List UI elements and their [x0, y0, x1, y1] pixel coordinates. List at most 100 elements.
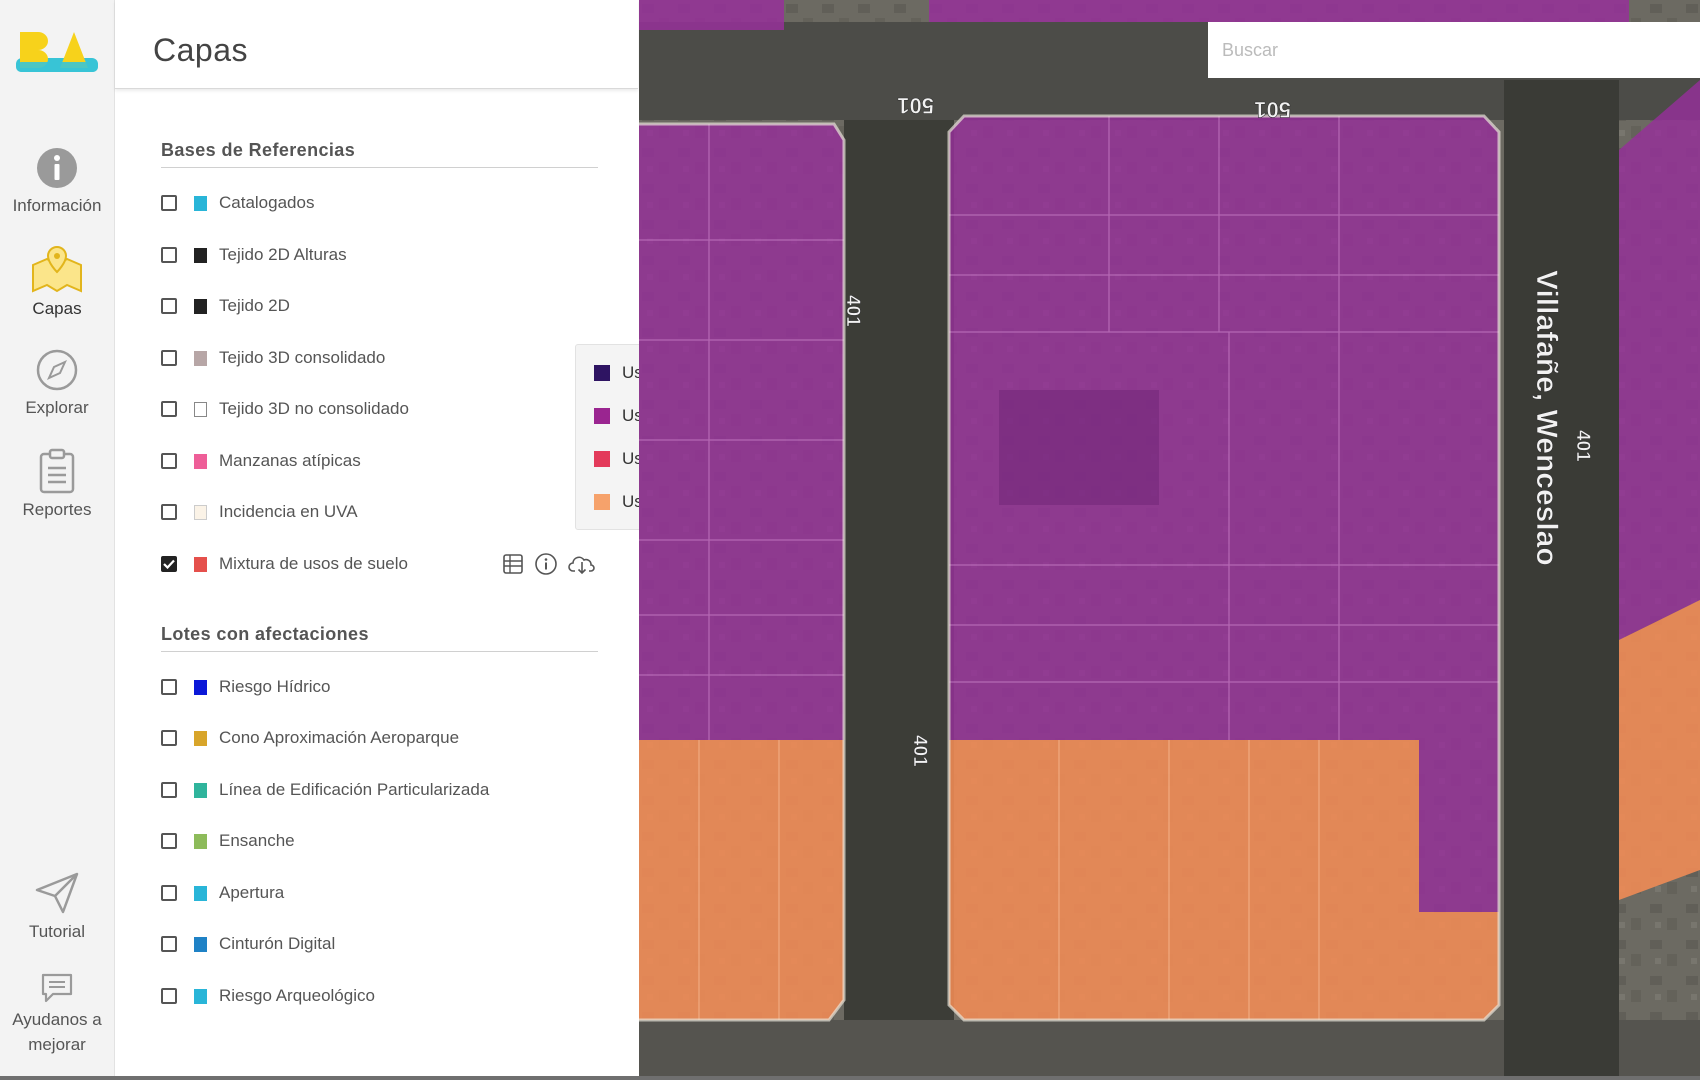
layer-color-swatch	[194, 350, 207, 366]
layer-color-swatch	[194, 556, 207, 572]
clipboard-icon	[39, 448, 75, 494]
map-pin-icon	[32, 245, 82, 293]
layer-checkbox[interactable]	[161, 298, 177, 314]
layer-checkbox[interactable]	[161, 453, 177, 469]
layer-label: Incidencia en UVA	[219, 502, 358, 521]
section-title-lotes: Lotes con afectaciones	[161, 624, 598, 652]
map-zone-uso2[interactable]	[1619, 80, 1700, 640]
layer-checkbox[interactable]	[161, 679, 177, 695]
layer-label: Tejido 3D consolidado	[219, 348, 386, 367]
layer-row-riesgo-arqueologico[interactable]: Riesgo Arqueológico	[161, 983, 598, 1009]
map-canvas[interactable]: 501 501 401 401 401 Villafañe, Wenceslao	[639, 0, 1700, 1080]
layer-row-incidencia-uva[interactable]: Incidencia en UVA	[161, 499, 598, 525]
layer-label: Manzanas atípicas	[219, 451, 361, 470]
panel-header: Capas	[115, 0, 638, 89]
nav-explorar[interactable]: Explorar	[0, 348, 114, 421]
layer-label: Tejido 3D no consolidado	[219, 399, 409, 418]
layer-checkbox[interactable]	[161, 195, 177, 211]
layer-tools	[502, 552, 596, 576]
layer-row-tejido-2d-alturas[interactable]: Tejido 2D Alturas	[161, 242, 598, 268]
nav-capas[interactable]: Capas	[0, 243, 114, 322]
nav-label-informacion: Información	[12, 196, 102, 215]
layer-checkbox[interactable]	[161, 730, 177, 746]
layer-color-swatch	[194, 885, 207, 901]
layer-color-swatch	[194, 936, 207, 952]
layer-label: Riesgo Hídrico	[219, 677, 331, 696]
map-zone-uso4[interactable]	[639, 740, 844, 1020]
layer-color-swatch	[194, 730, 207, 746]
layer-label: Tejido 2D	[219, 296, 290, 315]
layer-color-swatch	[194, 453, 207, 469]
page-title: Capas	[153, 32, 248, 68]
legend-swatch	[594, 494, 610, 510]
map-zone-uso4[interactable]	[949, 740, 1499, 1020]
map-zone-uso2[interactable]	[1419, 740, 1499, 912]
nav-tutorial[interactable]: Tutorial	[0, 870, 114, 945]
info-icon	[37, 148, 77, 188]
layer-color-swatch	[194, 782, 207, 798]
layer-label: Apertura	[219, 883, 285, 902]
legend-swatch	[594, 451, 610, 467]
layer-color-swatch	[194, 247, 207, 263]
legend-swatch	[594, 408, 610, 424]
layer-checkbox[interactable]	[161, 401, 177, 417]
layer-row-tejido-3d-no-consolidado[interactable]: Tejido 3D no consolidado	[161, 396, 598, 422]
ba-logo[interactable]	[16, 28, 98, 76]
layer-label: Cono Aproximación Aeroparque	[219, 728, 460, 747]
layer-checkbox[interactable]	[161, 833, 177, 849]
cloud-download-icon[interactable]	[568, 553, 596, 575]
street-label: 401	[909, 735, 930, 767]
layer-color-swatch	[194, 195, 207, 211]
paper-plane-icon	[35, 872, 79, 914]
layer-row-tejido-3d-consolidado[interactable]: Tejido 3D consolidado	[161, 345, 598, 371]
nav-label-explorar: Explorar	[25, 398, 89, 417]
layer-color-swatch	[194, 833, 207, 849]
bottom-border	[0, 1076, 1700, 1080]
layer-row-tejido-2d[interactable]: Tejido 2D	[161, 293, 598, 319]
layer-row-cono-aeroparque[interactable]: Cono Aproximación Aeroparque	[161, 725, 598, 751]
nav-label-ayudanos: Ayudanos a mejorar	[12, 1010, 102, 1054]
layer-row-mixtura-usos[interactable]: Mixtura de usos de suelo	[161, 551, 598, 577]
nav-label-capas: Capas	[32, 299, 82, 318]
street-label: 501	[897, 93, 934, 118]
layer-row-catalogados[interactable]: Catalogados	[161, 190, 598, 216]
nav-label-tutorial: Tutorial	[28, 922, 86, 941]
layer-checkbox[interactable]	[161, 782, 177, 798]
layer-row-linea-edificacion[interactable]: Línea de Edificación Particularizada	[161, 777, 598, 803]
map-zone-uso2[interactable]	[929, 0, 1629, 22]
layer-color-swatch	[194, 401, 207, 417]
layer-row-manzanas-atipicas[interactable]: Manzanas atípicas	[161, 448, 598, 474]
nav-informacion[interactable]: Información	[0, 146, 114, 219]
map-zone-uso4[interactable]	[1619, 600, 1700, 900]
layer-row-apertura[interactable]: Apertura	[161, 880, 598, 906]
search-input[interactable]	[1208, 22, 1700, 78]
street-label: 401	[1572, 430, 1593, 462]
layer-label: Cinturón Digital	[219, 934, 336, 953]
layer-checkbox[interactable]	[161, 936, 177, 952]
table-icon[interactable]	[502, 553, 524, 575]
info-circle-icon[interactable]	[534, 552, 558, 576]
layer-checkbox[interactable]	[161, 350, 177, 366]
layer-color-swatch	[194, 298, 207, 314]
layer-label: Riesgo Arqueológico	[219, 986, 375, 1005]
layer-checkbox[interactable]	[161, 247, 177, 263]
nav-reportes[interactable]: Reportes	[0, 448, 114, 523]
street-label: Villafañe, Wenceslao	[1530, 270, 1563, 566]
feedback-icon	[41, 973, 73, 1003]
layer-row-riesgo-hidrico[interactable]: Riesgo Hídrico	[161, 674, 598, 700]
layer-checkbox[interactable]	[161, 885, 177, 901]
layer-checkbox[interactable]	[161, 504, 177, 520]
map-zone-uso2[interactable]	[639, 124, 844, 740]
check-icon	[163, 559, 175, 569]
map-zone-uso2[interactable]	[639, 0, 784, 30]
layer-row-cinturon-digital[interactable]: Cinturón Digital	[161, 931, 598, 957]
nav-rail: Información Capas Explorar Reportes Tuto…	[0, 0, 115, 1080]
layer-checkbox-checked[interactable]	[161, 556, 177, 572]
nav-ayudanos[interactable]: Ayudanos a mejorar	[0, 972, 114, 1057]
section-title-bases: Bases de Referencias	[161, 140, 598, 168]
satellite-map[interactable]: 501 501 401 401 401 Villafañe, Wenceslao	[639, 0, 1700, 1080]
street-label: 501	[1254, 97, 1291, 122]
layer-row-ensanche[interactable]: Ensanche	[161, 828, 598, 854]
layer-label: Mixtura de usos de suelo	[219, 554, 408, 573]
layer-checkbox[interactable]	[161, 988, 177, 1004]
